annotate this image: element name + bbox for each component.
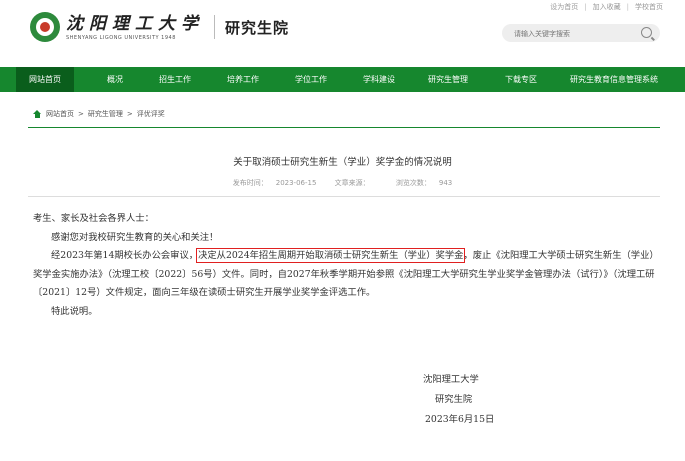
set-homepage-link[interactable]: 设为首页 (550, 2, 578, 12)
view-count: 943 (438, 179, 453, 187)
nav-item-training[interactable]: 培养工作 (218, 67, 268, 92)
top-links: 设为首页 | 加入收藏 | 学校首页 (550, 2, 663, 12)
logo-chinese-name: 沈阳理工大学 (66, 14, 204, 34)
thanks-paragraph: 感谢您对我校研究生教育的关心和关注！ (51, 231, 219, 243)
nav-item-student-management[interactable]: 研究生管理 (418, 67, 478, 92)
breadcrumb-divider (28, 127, 660, 128)
breadcrumb-separator: > (126, 110, 133, 118)
logo-text: 沈阳理工大学 SHENYANG LIGONG UNIVERSITY 1948 (66, 13, 204, 41)
signature-date: 2023年6月15日 (425, 414, 495, 425)
main-nav: 网站首页 概况 招生工作 培养工作 学位工作 学科建设 研究生管理 下载专区 研… (0, 67, 685, 92)
nav-item-discipline[interactable]: 学科建设 (354, 67, 404, 92)
signature-university: 沈阳理工大学 (423, 374, 479, 385)
site-name: 研究生院 (225, 18, 290, 37)
greeting: 考生、家长及社会各界人士： (33, 213, 154, 224)
date-label: 发布时间： (232, 179, 268, 187)
highlighted-decision: 决定从2024年招生周期开始取消硕士研究生新生（学业）奖学金 (196, 248, 466, 263)
paragraph-intro: 经2023年第14期校长办公会审议， (51, 250, 199, 261)
logo-english-name: SHENYANG LIGONG UNIVERSITY 1948 (66, 35, 176, 41)
search-icon[interactable] (641, 27, 652, 38)
breadcrumb-home[interactable]: 网站首页 (46, 109, 74, 119)
publish-date: 2023-06-15 (275, 179, 317, 187)
signature-department: 研究生院 (435, 394, 473, 405)
search-input[interactable] (512, 27, 636, 41)
main-paragraph: 经2023年第14期校长办公会审议，决定从2024年招生周期开始取消硕士研究生新… (33, 247, 658, 303)
article-title: 关于取消硕士研究生新生（学业）奖学金的情况说明 (233, 157, 452, 168)
signature-block: 沈阳理工大学 研究生院 2023年6月15日 (423, 370, 494, 430)
breadcrumb-awards[interactable]: 评优评奖 (137, 109, 165, 119)
site-logo[interactable]: 沈阳理工大学 SHENYANG LIGONG UNIVERSITY 1948 研… (30, 12, 289, 42)
nav-item-overview[interactable]: 概况 (90, 67, 140, 92)
article-body: 考生、家长及社会各界人士： 感谢您对我校研究生教育的关心和关注！ 经2023年第… (33, 210, 658, 321)
separator: | (626, 3, 629, 11)
logo-divider (214, 15, 215, 39)
home-icon (33, 110, 42, 118)
search-box (502, 24, 660, 42)
meta-divider (28, 196, 660, 197)
separator: | (584, 3, 587, 11)
university-seal-icon (30, 12, 60, 42)
header: 设为首页 | 加入收藏 | 学校首页 沈阳理工大学 SHENYANG LIGON… (0, 0, 685, 66)
breadcrumb: 网站首页 > 研究生管理 > 评优评奖 (33, 109, 165, 119)
nav-item-admissions[interactable]: 招生工作 (150, 67, 200, 92)
nav-item-downloads[interactable]: 下载专区 (496, 67, 546, 92)
source-label: 文章来源： (334, 179, 370, 187)
breadcrumb-student-management[interactable]: 研究生管理 (88, 109, 123, 119)
nav-item-info-system[interactable]: 研究生教育信息管理系统 (558, 67, 670, 92)
nav-item-home[interactable]: 网站首页 (16, 67, 74, 92)
article-meta: 发布时间： 2023-06-15 文章来源： 浏览次数： 943 (0, 178, 685, 188)
breadcrumb-separator: > (78, 110, 84, 118)
add-favorite-link[interactable]: 加入收藏 (593, 2, 621, 12)
school-homepage-link[interactable]: 学校首页 (635, 2, 663, 12)
nav-item-degree[interactable]: 学位工作 (286, 67, 336, 92)
closing: 特此说明。 (51, 305, 98, 317)
views-label: 浏览次数： (395, 179, 431, 187)
